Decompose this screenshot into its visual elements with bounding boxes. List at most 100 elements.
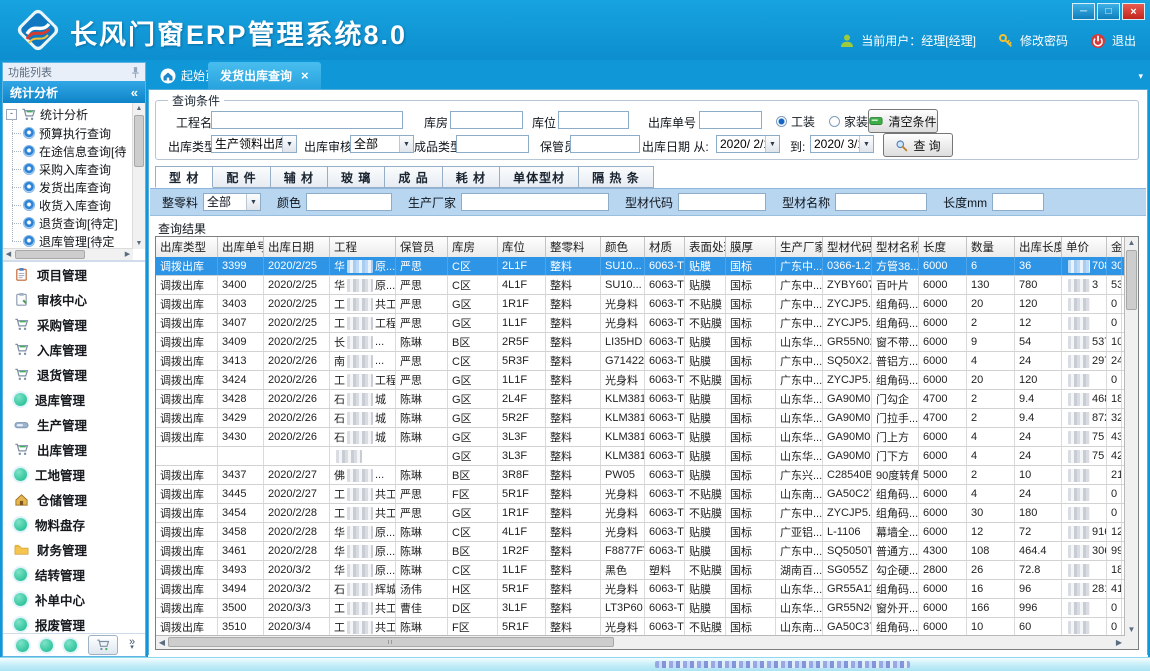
material-tab[interactable]: 单体型材 xyxy=(500,166,579,188)
cart-shortcut-button[interactable] xyxy=(88,635,118,655)
search-button[interactable]: 查 询 xyxy=(883,133,953,157)
tree-item[interactable]: 采购入库查询 xyxy=(11,160,132,178)
material-tab[interactable]: 配 件 xyxy=(213,166,270,188)
column-header[interactable]: 型材名称 xyxy=(872,237,919,257)
color-input[interactable] xyxy=(306,193,392,211)
column-header[interactable]: 保管员 xyxy=(396,237,448,257)
tree-item[interactable]: 收货入库查询 xyxy=(11,196,132,214)
material-tab[interactable]: 辅 材 xyxy=(271,166,328,188)
table-row[interactable]: 调拨出库34092020/2/25长...陈琳B区2R5F整料LI35HD606… xyxy=(156,333,1125,352)
minimize-button[interactable]: ─ xyxy=(1072,3,1095,20)
sidebar-item-circle[interactable]: 补单中心 xyxy=(3,587,145,612)
material-tab[interactable]: 隔 热 条 xyxy=(579,166,654,188)
overflow-item-icon[interactable] xyxy=(64,639,77,652)
radio-home[interactable] xyxy=(829,116,840,127)
table-row[interactable]: 调拨出库34032020/2/25工共工程严思G区1R1F整料光身料6063-T… xyxy=(156,295,1125,314)
column-header[interactable]: 金 xyxy=(1107,237,1122,257)
sidebar-group-header[interactable]: 统计分析 « xyxy=(3,81,145,103)
date-to-picker[interactable]: 2020/ 3/16▼ xyxy=(810,135,874,153)
table-row[interactable]: 调拨出库34002020/2/25华原...严思C区4L1F整料SU10...6… xyxy=(156,276,1125,295)
material-tab[interactable]: 玻 璃 xyxy=(328,166,385,188)
location-input[interactable] xyxy=(558,111,629,129)
material-tab[interactable]: 成 品 xyxy=(385,166,442,188)
table-vertical-scrollbar[interactable]: ▲ ▼ xyxy=(1124,237,1138,636)
tree-root-statistics[interactable]: -统计分析 xyxy=(6,105,132,124)
table-row[interactable]: G区3L3F整料KLM38176063-T5贴膜国标山东华...GA90M09.… xyxy=(156,447,1125,466)
close-button[interactable]: × xyxy=(1122,3,1145,20)
column-header[interactable]: 数量 xyxy=(967,237,1015,257)
sidebar-item-circle[interactable]: 报废管理 xyxy=(3,612,145,634)
overflow-item-icon[interactable] xyxy=(40,639,53,652)
material-tab[interactable]: 型 材 xyxy=(155,166,213,188)
sidebar-item-cart[interactable]: 退货管理 xyxy=(3,362,145,387)
order-no-input[interactable] xyxy=(699,111,762,129)
maximize-button[interactable]: □ xyxy=(1097,3,1120,20)
column-header[interactable]: 单价 xyxy=(1062,237,1107,257)
column-header[interactable]: 材质 xyxy=(645,237,685,257)
column-header[interactable]: 出库类型 xyxy=(156,237,218,257)
sidebar-item-cart[interactable]: 采购管理 xyxy=(3,312,145,337)
column-header[interactable]: 长度 xyxy=(919,237,967,257)
tab-close-icon[interactable]: × xyxy=(301,68,309,83)
column-header[interactable]: 出库长度 xyxy=(1015,237,1062,257)
tree-item[interactable]: 在途信息查询[待 xyxy=(11,142,132,160)
tree-horizontal-scrollbar[interactable]: ◀ ▶ xyxy=(3,248,133,260)
sidebar-item-circle[interactable]: 工地管理 xyxy=(3,462,145,487)
whole-part-select[interactable]: 全部▼ xyxy=(203,193,261,211)
sidebar-item-circle[interactable]: 物料盘存 xyxy=(3,512,145,537)
more-menus-button[interactable]: »▾ xyxy=(129,640,135,650)
table-row[interactable]: 调拨出库34452020/2/27工共工程严思F区5R1F整料光身料6063-T… xyxy=(156,485,1125,504)
column-header[interactable]: 整零料 xyxy=(546,237,601,257)
table-row[interactable]: 调拨出库34942020/3/2石辉城汤伟H区5R1F整料光身料6063-T5贴… xyxy=(156,580,1125,599)
sidebar-item-cart[interactable]: 入库管理 xyxy=(3,337,145,362)
audit-select[interactable]: 全部▼ xyxy=(350,135,414,153)
tree-item[interactable]: 预算执行查询 xyxy=(11,124,132,142)
sidebar-item-house[interactable]: 仓储管理 xyxy=(3,487,145,512)
table-row[interactable]: 调拨出库34542020/2/28工共工程严思G区1R1F整料光身料6063-T… xyxy=(156,504,1125,523)
out-type-select[interactable]: 生产领料出库▼ xyxy=(211,135,297,153)
table-row[interactable]: 调拨出库34612020/2/28华原...陈琳B区1R2F整料F8877FT6… xyxy=(156,542,1125,561)
sidebar-item-cart[interactable]: 出库管理 xyxy=(3,437,145,462)
table-row[interactable]: 调拨出库34282020/2/26石城陈琳G区2L4F整料KLM38176063… xyxy=(156,390,1125,409)
clear-conditions-button[interactable]: 清空条件 xyxy=(868,109,938,133)
table-horizontal-scrollbar[interactable]: ◀ ▶ xyxy=(156,635,1125,649)
column-header[interactable]: 膜厚 xyxy=(726,237,776,257)
column-header[interactable]: 表面处理 xyxy=(685,237,726,257)
pin-icon[interactable] xyxy=(131,66,140,79)
table-row[interactable]: 调拨出库34302020/2/26石城陈琳G区3L3F整料KLM38176063… xyxy=(156,428,1125,447)
date-from-picker[interactable]: 2020/ 2/16▼ xyxy=(716,135,780,153)
table-row[interactable]: 调拨出库35002020/3/3工共工程曹佳D区3L1F整料LT3P606063… xyxy=(156,599,1125,618)
radio-industrial[interactable] xyxy=(776,116,787,127)
column-header[interactable]: 出库日期 xyxy=(264,237,330,257)
sidebar-item-machine[interactable]: 生产管理 xyxy=(3,412,145,437)
tree-item[interactable]: 退货查询[待定] xyxy=(11,214,132,232)
manufacturer-input[interactable] xyxy=(461,193,609,211)
table-row[interactable]: 调拨出库34932020/3/2华原...陈琳C区1L1F整料黑色塑料不贴膜国标… xyxy=(156,561,1125,580)
project-name-input[interactable] xyxy=(211,111,403,129)
table-row[interactable]: 调拨出库34242020/2/26工工程严思G区1L1F整料光身料6063-T5… xyxy=(156,371,1125,390)
column-header[interactable]: 颜色 xyxy=(601,237,645,257)
keeper-input[interactable] xyxy=(570,135,640,153)
table-row[interactable]: 调拨出库34292020/2/26石城陈琳G区5R2F整料KLM38176063… xyxy=(156,409,1125,428)
change-password-link[interactable]: 修改密码 xyxy=(1020,32,1068,49)
overflow-item-icon[interactable] xyxy=(16,639,29,652)
logout-link[interactable]: 退出 xyxy=(1112,32,1136,49)
table-row[interactable]: 调拨出库34132020/2/26南...严思C区5R3F整料G71422606… xyxy=(156,352,1125,371)
sidebar-item-folder[interactable]: 财务管理 xyxy=(3,537,145,562)
column-header[interactable]: 工程 xyxy=(330,237,396,257)
table-row[interactable]: 调拨出库33992020/2/25华原...严思C区2L1F整料SU10...6… xyxy=(156,257,1125,276)
table-row[interactable]: 调拨出库34582020/2/28华原...陈琳C区4L1F整料光身料6063-… xyxy=(156,523,1125,542)
column-header[interactable]: 库房 xyxy=(448,237,498,257)
tab-list-dropdown-icon[interactable]: ▾ xyxy=(1138,71,1143,82)
column-header[interactable]: 生产厂家 xyxy=(776,237,823,257)
warehouse-input[interactable] xyxy=(450,111,523,129)
profile-code-input[interactable] xyxy=(678,193,766,211)
profile-name-input[interactable] xyxy=(835,193,927,211)
table-row[interactable]: 调拨出库35102020/3/4工共工程陈琳F区5R1F整料光身料6063-T5… xyxy=(156,618,1125,636)
sidebar-item-clipboard2[interactable]: 审核中心 xyxy=(3,287,145,312)
column-header[interactable]: 出库单号 xyxy=(218,237,264,257)
sidebar-item-circle[interactable]: 退库管理 xyxy=(3,387,145,412)
table-row[interactable]: 调拨出库34072020/2/25工工程严思G区1L1F整料光身料6063-T5… xyxy=(156,314,1125,333)
collapse-icon[interactable]: « xyxy=(131,85,138,100)
tree-item[interactable]: 发货出库查询 xyxy=(11,178,132,196)
